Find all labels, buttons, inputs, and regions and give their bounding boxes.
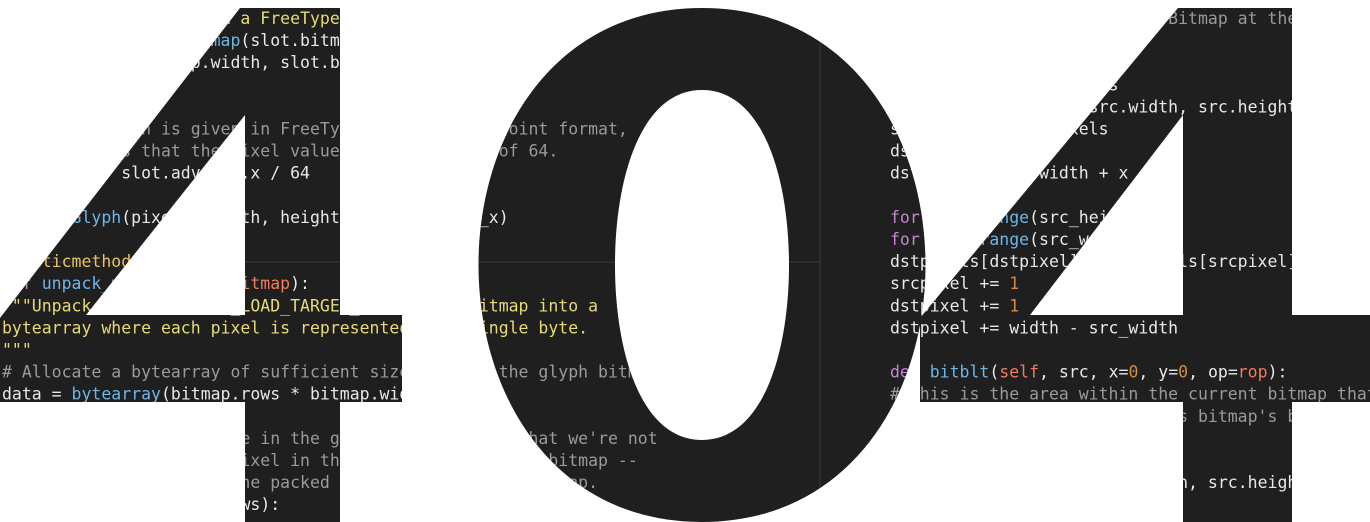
- code-line: dstpixel += 1: [890, 296, 1019, 315]
- code-line: data = bytearray(bitmap.rows * bitmap.wi…: [2, 385, 439, 404]
- code-token: dstpixel += width - src_width: [890, 318, 1178, 337]
- code-token: ):: [290, 274, 310, 293]
- code-token: 0: [1128, 363, 1138, 382]
- code-token: dstpixel +=: [890, 296, 1009, 315]
- code-token: , op=: [1188, 363, 1238, 382]
- code-token: ):: [1268, 363, 1288, 382]
- code-token: rop: [1238, 363, 1268, 382]
- error-404-graphic: and return a Glyph from a FreeType Glyph…: [0, 0, 1370, 522]
- code-token: , src, x=: [1039, 363, 1128, 382]
- code-token: (: [989, 363, 999, 382]
- code-line: def bitblt(self, src, x=0, y=0, op=rop):: [890, 363, 1287, 382]
- code-line: """: [2, 341, 32, 360]
- code-token: 1: [1009, 296, 1019, 315]
- code-token: (bitmap.rows * bitmap.width): [161, 385, 439, 404]
- code-token: bytearray where each pixel is represente…: [2, 318, 588, 337]
- code-token: bytearray: [72, 385, 161, 404]
- code-token: """: [2, 341, 32, 360]
- code-token: 1: [1009, 274, 1019, 293]
- code-line: srcpixel += 1: [890, 274, 1019, 293]
- code-token: # This is the area within the current bi…: [890, 385, 1370, 404]
- code-token: # Allocate a bytearray of sufficient siz…: [2, 363, 668, 382]
- code-token: 0: [1178, 363, 1188, 382]
- code-line: # Allocate a bytearray of sufficient siz…: [2, 363, 668, 382]
- code-line: dstpixel += width - src_width: [890, 318, 1178, 337]
- code-token: , y=: [1138, 363, 1178, 382]
- code-line: # This is the area within the current bi…: [890, 385, 1370, 404]
- code-token: self: [999, 363, 1039, 382]
- code-token: bitblt: [930, 363, 990, 382]
- code-line: bytearray where each pixel is represente…: [2, 318, 588, 337]
- code-token: data =: [2, 385, 72, 404]
- code-token: for: [890, 230, 930, 249]
